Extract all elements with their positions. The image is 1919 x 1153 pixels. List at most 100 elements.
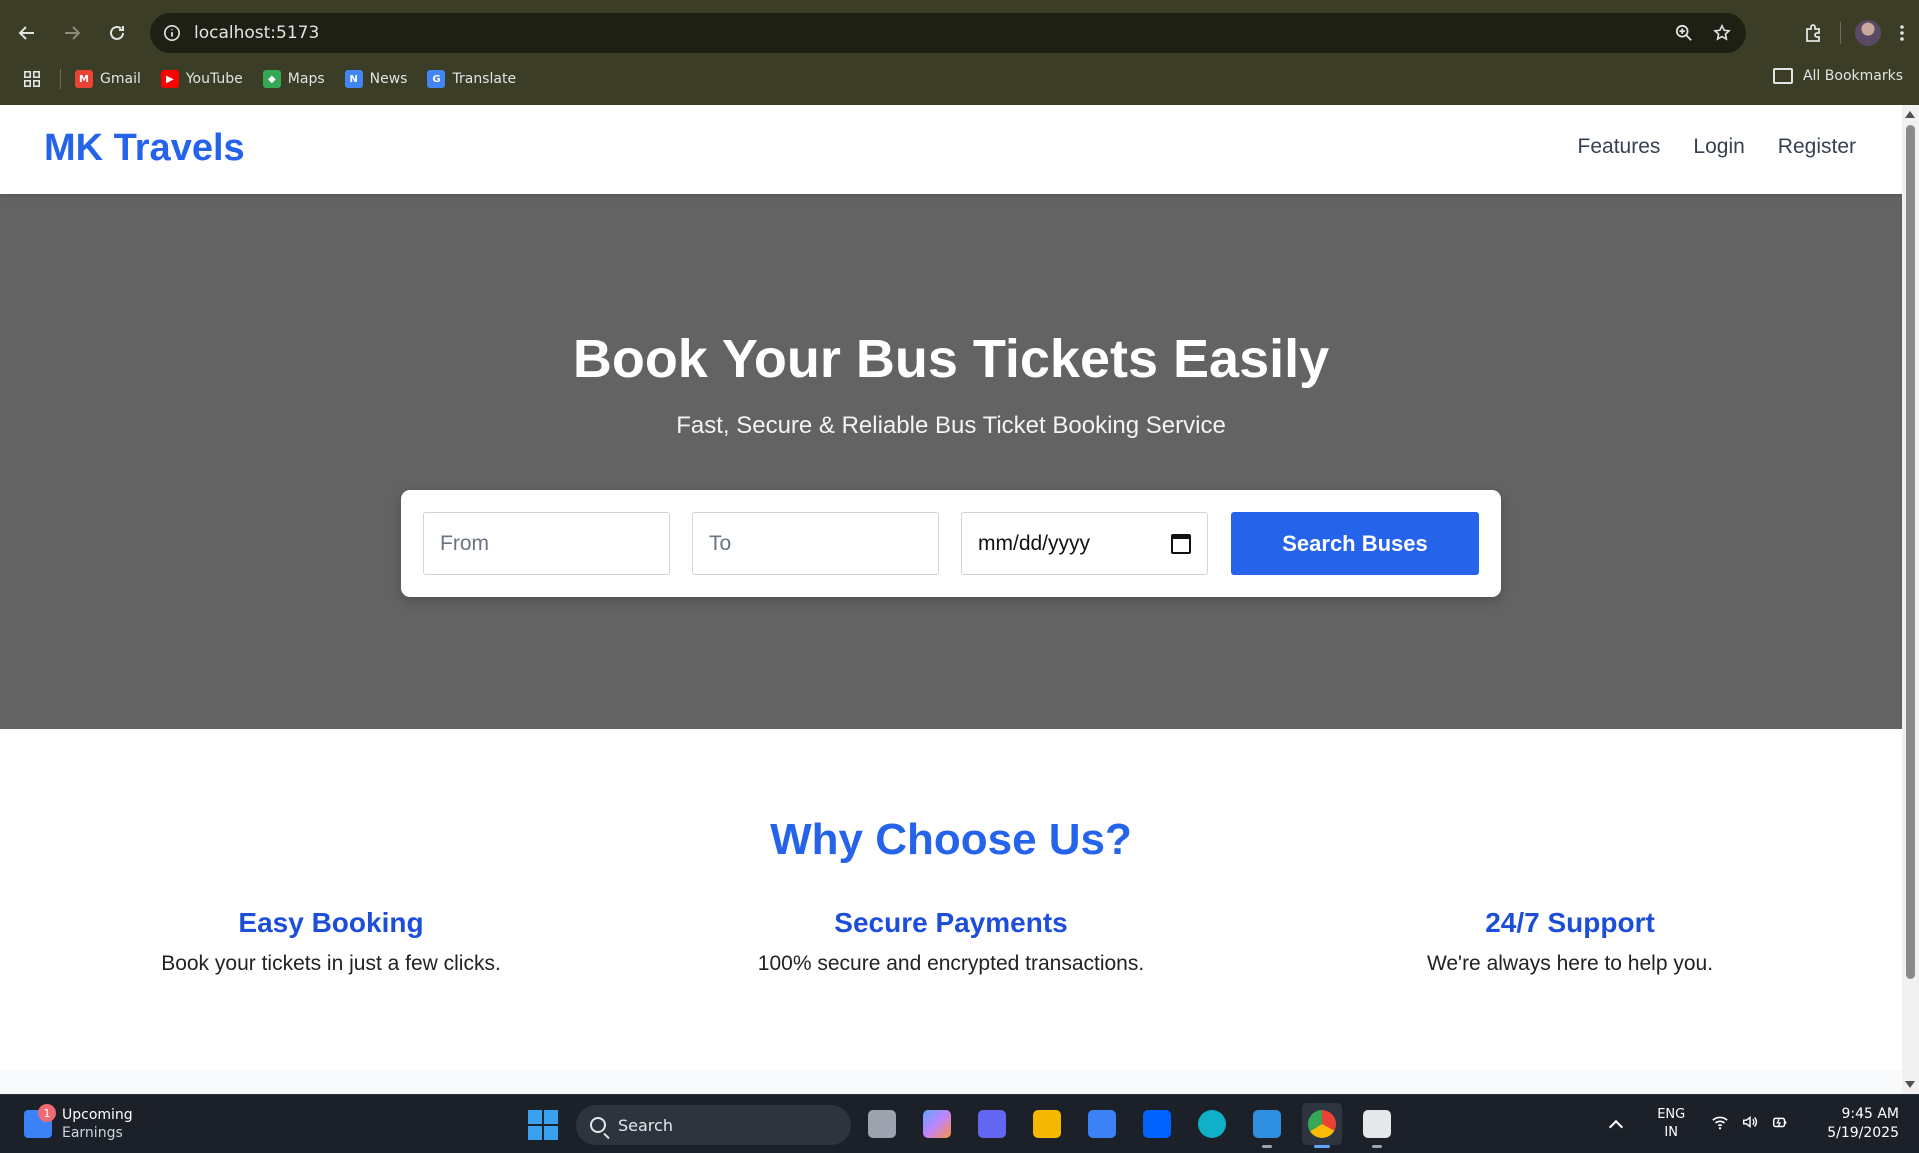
gmail-icon: M <box>75 70 93 88</box>
edge-button[interactable] <box>1192 1103 1232 1145</box>
calendar-icon[interactable] <box>1171 533 1191 554</box>
teams-button[interactable] <box>972 1103 1012 1145</box>
url-text[interactable]: localhost:5173 <box>194 23 319 43</box>
all-bookmarks-label: All Bookmarks <box>1802 68 1903 84</box>
copilot-icon <box>923 1110 951 1138</box>
taskbar-search-label: Search <box>618 1115 673 1135</box>
address-bar[interactable]: localhost:5173 <box>150 13 1746 53</box>
stocks-widget-icon: 1 <box>24 1104 56 1138</box>
vscode-button[interactable] <box>1247 1103 1287 1148</box>
extensions-icon[interactable] <box>1796 16 1830 50</box>
bookmark-maps[interactable]: ◆ Maps <box>262 70 325 88</box>
hero-subtitle: Fast, Secure & Reliable Bus Ticket Booki… <box>676 412 1226 439</box>
teams-icon <box>978 1110 1006 1138</box>
feature-text: Book your tickets in just a few clicks. <box>161 952 501 975</box>
back-button[interactable] <box>10 16 44 50</box>
bookmark-gmail[interactable]: M Gmail <box>75 70 141 88</box>
feature-easy-booking: Easy Booking Book your tickets in just a… <box>51 907 611 976</box>
hero-title: Book Your Bus Tickets Easily <box>572 329 1330 389</box>
browser-chrome: localhost:5173 M Gmail ▶ YouTube ◆ Maps … <box>0 0 1919 105</box>
snipping-tool-icon <box>1363 1110 1391 1138</box>
clock-time: 9:45 AM <box>1841 1106 1899 1122</box>
site-info-icon[interactable] <box>160 21 184 45</box>
brand-logo[interactable]: MK Travels <box>44 127 245 170</box>
search-form: mm/dd/yyyy Search Buses <box>401 490 1501 597</box>
clock[interactable]: 9:45 AM 5/19/2025 <box>1827 1105 1899 1143</box>
zoom-icon[interactable] <box>1672 21 1696 45</box>
chrome-icon <box>1308 1110 1336 1138</box>
features-title: Why Choose Us? <box>770 815 1132 864</box>
bookmarks-divider <box>60 69 61 89</box>
to-input[interactable] <box>709 531 922 556</box>
avatar <box>1855 20 1881 46</box>
page-viewport: MK Travels Features Login Register Book … <box>0 105 1902 1094</box>
nav-link-login[interactable]: Login <box>1693 135 1744 159</box>
main-nav: Features Login Register <box>1578 135 1856 159</box>
bookmark-star-icon[interactable] <box>1710 21 1734 45</box>
forward-arrow-icon <box>65 26 81 40</box>
feature-text: We're always here to help you. <box>1426 952 1714 975</box>
bookmark-youtube[interactable]: ▶ YouTube <box>160 70 243 88</box>
edge-icon <box>1198 1110 1226 1138</box>
search-buses-button[interactable]: Search Buses <box>1231 512 1479 575</box>
scroll-thumb[interactable] <box>1906 125 1915 979</box>
hero-section: Book Your Bus Tickets Easily Fast, Secur… <box>0 194 1902 729</box>
notification-badge: 1 <box>38 1104 56 1122</box>
task-view-icon <box>868 1110 896 1138</box>
browser-menu-icon[interactable] <box>1885 16 1919 50</box>
battery-icon <box>1771 1113 1789 1135</box>
all-bookmarks-button[interactable]: All Bookmarks <box>1772 68 1903 84</box>
page-scrollbar[interactable] <box>1902 105 1919 1094</box>
taskbar-search[interactable]: Search <box>576 1105 851 1145</box>
quick-settings[interactable] <box>1711 1113 1789 1135</box>
system-tray: ENG IN 9:45 AM 5/19/2025 <box>1609 1105 1899 1143</box>
microsoft-store-button[interactable] <box>1082 1103 1122 1145</box>
site-header: MK Travels Features Login Register <box>0 105 1902 194</box>
feature-text: 100% secure and encrypted transactions. <box>757 952 1145 975</box>
reload-icon <box>110 25 124 40</box>
vscode-icon <box>1253 1110 1281 1138</box>
feature-title: Secure Payments <box>834 907 1068 938</box>
widget-subtitle: Earnings <box>62 1125 123 1141</box>
volume-icon <box>1741 1113 1759 1135</box>
from-input[interactable] <box>440 531 653 556</box>
input-language[interactable]: ENG IN <box>1657 1106 1685 1142</box>
bookmark-translate[interactable]: G Translate <box>427 70 516 88</box>
apps-grid-icon[interactable] <box>20 67 44 91</box>
region-code: IN <box>1664 1125 1678 1140</box>
chrome-button[interactable] <box>1302 1103 1342 1148</box>
snipping-tool-button[interactable] <box>1357 1103 1397 1148</box>
search-icon <box>590 1117 606 1133</box>
folder-icon <box>1772 68 1793 84</box>
bookmark-label: Maps <box>287 71 325 87</box>
scroll-up-arrow-icon[interactable] <box>1905 111 1915 118</box>
feature-title: Easy Booking <box>238 907 424 938</box>
file-explorer-button[interactable] <box>1027 1103 1067 1145</box>
feature-title: 24/7 Support <box>1485 907 1655 938</box>
from-field[interactable] <box>423 512 670 575</box>
footer-strip <box>0 1070 1902 1094</box>
bookmark-label: YouTube <box>185 71 243 87</box>
task-view-button[interactable] <box>862 1103 902 1145</box>
widgets-button[interactable]: 1 Upcoming Earnings <box>24 1104 133 1142</box>
profile-button[interactable] <box>1851 16 1885 50</box>
reload-button[interactable] <box>100 16 134 50</box>
browser-toolbar: localhost:5173 <box>0 10 1919 56</box>
features-section: Why Choose Us? Easy Booking Book your ti… <box>0 729 1902 1070</box>
pinned-apps <box>862 1103 1397 1148</box>
nav-link-features[interactable]: Features <box>1578 135 1661 159</box>
clock-date: 5/19/2025 <box>1827 1125 1899 1141</box>
wifi-icon <box>1711 1113 1729 1135</box>
start-button[interactable] <box>528 1110 558 1140</box>
copilot-button[interactable] <box>917 1103 957 1145</box>
dropbox-icon <box>1143 1110 1171 1138</box>
forward-button[interactable] <box>55 16 89 50</box>
nav-link-register[interactable]: Register <box>1778 135 1856 159</box>
to-field[interactable] <box>692 512 939 575</box>
show-hidden-icons-chevron-icon[interactable] <box>1609 1119 1624 1135</box>
bookmark-news[interactable]: N News <box>344 70 407 88</box>
dropbox-button[interactable] <box>1137 1103 1177 1145</box>
back-arrow-icon <box>18 26 34 40</box>
date-field[interactable]: mm/dd/yyyy <box>961 512 1208 575</box>
scroll-down-arrow-icon[interactable] <box>1905 1081 1915 1088</box>
